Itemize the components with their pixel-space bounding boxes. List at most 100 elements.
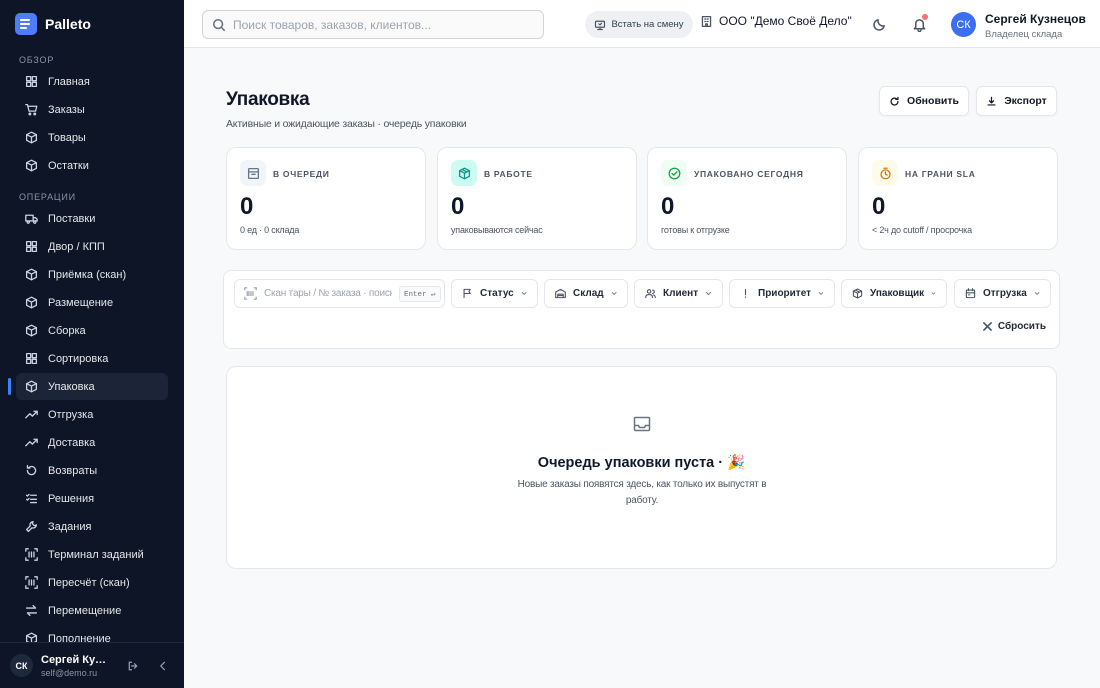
box-icon: [25, 632, 38, 642]
user-menu[interactable]: Сергей Кузнецов Владелец склада: [985, 12, 1086, 40]
reset-label: Сбросить: [997, 321, 1046, 332]
barcode-icon: [25, 548, 38, 561]
scan-search[interactable]: Enter ↵: [234, 279, 445, 308]
filter-dropdown[interactable]: Склад: [544, 279, 628, 308]
start-shift-label: Встать на смену: [611, 19, 684, 30]
stat-label: В очереди: [273, 169, 330, 179]
monitor-icon: [595, 20, 606, 30]
collapse-sidebar-icon[interactable]: [155, 658, 171, 674]
filter-dropdown[interactable]: Отгрузка: [954, 279, 1051, 308]
stat-value: 0: [240, 193, 254, 220]
sidebar-item-3[interactable]: Остатки: [16, 152, 168, 179]
empty-state: Очередь упаковки пуста · 🎉 Новые заказы …: [226, 366, 1057, 569]
sidebar-item-label: Терминал заданий: [48, 548, 144, 561]
filter-dropdown[interactable]: Приоритет: [729, 279, 835, 308]
undo-icon: [25, 464, 38, 477]
sidebar-item-2[interactable]: Товары: [16, 124, 168, 151]
filter-label: Склад: [573, 288, 604, 299]
sidebar-item-label: Решения: [48, 492, 95, 505]
filter-dropdown[interactable]: Упаковщик: [841, 279, 947, 308]
sidebar-item-1[interactable]: Заказы: [16, 96, 168, 123]
stat-hint: упаковываются сейчас: [451, 225, 543, 235]
building-icon: [701, 15, 712, 27]
reset-filters-button[interactable]: Сбросить: [982, 321, 1046, 332]
calendar-icon: [965, 288, 976, 299]
sidebar-item-103[interactable]: Размещение: [16, 289, 168, 316]
sidebar-user-name: Сергей Кузнецов: [41, 653, 111, 666]
notifications-bell-icon[interactable]: [910, 14, 928, 33]
grid-icon: [25, 75, 38, 88]
stat-card: В работе 0 упаковываются сейчас: [437, 147, 637, 250]
org-selector[interactable]: ООО "Демо Своё Дело": [700, 14, 852, 28]
top-header: Встать на смену ООО "Демо Своё Дело" СК …: [184, 0, 1100, 48]
inbox-icon: [632, 414, 652, 434]
nav-section-title: Обзор: [19, 55, 55, 65]
sidebar-item-label: Отгрузка: [48, 408, 94, 421]
grid-icon: [25, 240, 38, 253]
filter-label: Упаковщик: [870, 288, 925, 299]
sidebar-item-label: Товары: [48, 131, 86, 144]
close-icon: [982, 322, 992, 331]
global-search[interactable]: [202, 10, 544, 39]
box-icon: [25, 131, 38, 144]
grid-icon: [25, 352, 38, 365]
sidebar-item-104[interactable]: Сборка: [16, 317, 168, 344]
sidebar-item-112[interactable]: Терминал заданий: [16, 541, 168, 568]
sidebar-item-113[interactable]: Пересчёт (скан): [16, 569, 168, 596]
export-button[interactable]: Экспорт: [976, 86, 1057, 116]
sidebar-item-109[interactable]: Возвраты: [16, 457, 168, 484]
sidebar-item-label: Перемещение: [48, 604, 122, 617]
refresh-button[interactable]: Обновить: [879, 86, 969, 116]
refresh-label: Обновить: [907, 95, 959, 107]
sidebar-nav: Обзор Главная Заказы Товары Остатки Операции П…: [0, 48, 184, 642]
sidebar-item-label: Возвраты: [48, 464, 98, 477]
filter-label: Клиент: [663, 288, 699, 299]
chevron-down-icon: [931, 292, 936, 295]
sidebar-avatar[interactable]: СК: [10, 654, 33, 677]
scan-input[interactable]: [264, 288, 392, 299]
download-icon: [987, 96, 996, 106]
chevron-down-icon: [818, 292, 824, 295]
sidebar-footer: СК Сергей Кузнецов self@demo.ru: [0, 642, 184, 688]
timer-icon: [872, 160, 898, 186]
stat-card: В очереди 0 0 ед · 0 склада: [226, 147, 426, 250]
sidebar-item-106[interactable]: Упаковка: [8, 373, 168, 400]
sidebar-item-107[interactable]: Отгрузка: [16, 401, 168, 428]
stat-value: 0: [872, 193, 886, 220]
sidebar-item-102[interactable]: Приёмка (скан): [16, 261, 168, 288]
stat-hint: 0 ед · 0 склада: [240, 225, 300, 235]
brand-name: Palleto: [45, 16, 91, 32]
stat-hint: готовы к отгрузке: [661, 225, 730, 235]
sidebar-item-110[interactable]: Решения: [16, 485, 168, 512]
search-input[interactable]: [233, 17, 533, 32]
start-shift-button[interactable]: Встать на смену: [585, 11, 693, 38]
sidebar-item-108[interactable]: Доставка: [16, 429, 168, 456]
nav-section-title: Операции: [19, 192, 76, 202]
sidebar-item-105[interactable]: Сортировка: [16, 345, 168, 372]
filter-dropdown[interactable]: Клиент: [634, 279, 723, 308]
sidebar-item-101[interactable]: Двор / КПП: [16, 233, 168, 260]
filter-dropdown[interactable]: Статус: [451, 279, 538, 308]
user-name: Сергей Кузнецов: [985, 12, 1086, 26]
box-icon: [25, 324, 38, 337]
users-icon: [645, 288, 656, 299]
sidebar-item-114[interactable]: Перемещение: [16, 597, 168, 624]
user-role: Владелец склада: [985, 29, 1063, 40]
user-avatar[interactable]: СК: [951, 12, 976, 37]
sidebar-item-label: Сборка: [48, 324, 86, 337]
refresh-icon: [890, 96, 899, 106]
sidebar-item-label: Двор / КПП: [48, 240, 105, 253]
sidebar-item-115[interactable]: Пополнение: [16, 625, 168, 642]
logout-icon[interactable]: [125, 658, 141, 674]
sidebar-item-111[interactable]: Задания: [16, 513, 168, 540]
empty-title: Очередь упаковки пуста · 🎉: [537, 455, 746, 471]
box-icon: [25, 159, 38, 172]
brand[interactable]: Palleto: [0, 0, 184, 48]
theme-toggle-moon-icon[interactable]: [870, 15, 888, 33]
sidebar-item-100[interactable]: Поставки: [16, 205, 168, 232]
notification-dot: [922, 14, 928, 20]
sidebar-item-0[interactable]: Главная: [16, 68, 168, 95]
box-icon: [25, 296, 38, 309]
enter-kbd-hint: Enter ↵: [399, 285, 441, 302]
sidebar-item-label: Приёмка (скан): [48, 268, 127, 281]
